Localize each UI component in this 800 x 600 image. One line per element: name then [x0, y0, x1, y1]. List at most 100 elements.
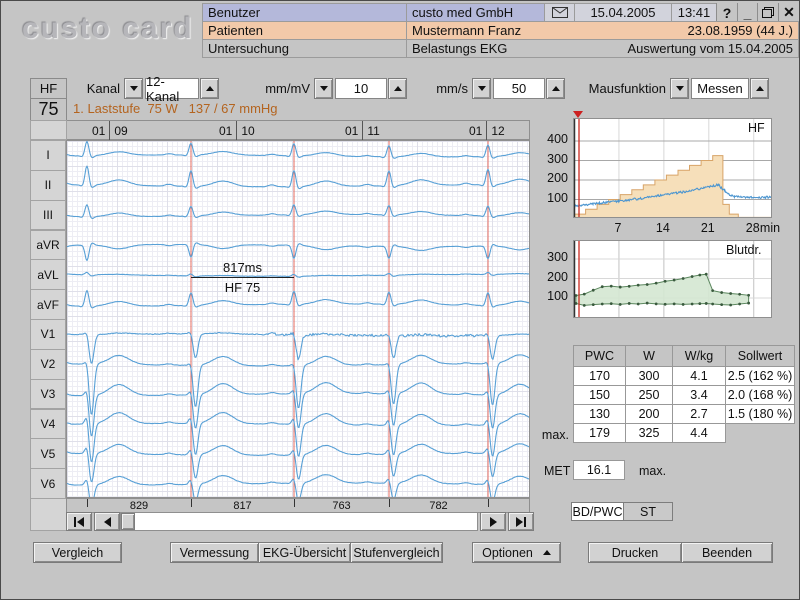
patient-birthdate: 23.08.1959 (44 J.) [687, 23, 793, 38]
ecg-plot[interactable]: 817msHF 75 [66, 140, 530, 498]
ecg-trace-aVL [67, 272, 529, 277]
ekg-uebersicht-label: EKG-Übersicht [263, 546, 346, 560]
pwc-header-PWC: PWC [573, 345, 626, 367]
minimize-button[interactable]: _ [737, 3, 757, 22]
rr-value: 829 [130, 500, 148, 512]
rr-tick [389, 499, 390, 507]
bp-dia-point [729, 304, 732, 307]
drucken-button[interactable]: Drucken [588, 542, 682, 563]
pwc-cell: 2.0 (168 %) [725, 385, 795, 405]
vermessung-button[interactable]: Vermessung [170, 542, 259, 563]
optionen-label: Optionen [482, 546, 533, 560]
bar-icon [524, 517, 526, 527]
restore-icon [762, 7, 774, 18]
kanal-spinner-button[interactable] [200, 78, 219, 99]
scrollbar-track[interactable] [120, 512, 478, 531]
patient-name: Mustermann Franz [412, 23, 521, 38]
bp-sys-point [610, 285, 613, 288]
header-patient-row: Mustermann Franz 23.08.1959 (44 J.) [406, 21, 799, 40]
chevron-down-icon [320, 86, 328, 91]
ecg-trace-aVR [67, 243, 529, 261]
pwc-header-W/kg: W/kg [672, 345, 726, 367]
beenden-button[interactable]: Beenden [681, 542, 773, 563]
ecg-scrollbar[interactable] [66, 512, 530, 531]
time-label-min: 01 [92, 124, 105, 138]
bp-sys-point [682, 277, 685, 280]
lead-label-III: III [30, 200, 66, 231]
hf-label-cell: HF [30, 78, 67, 99]
mausfunktion-label: Mausfunktion [584, 78, 666, 99]
mausfunktion-value-field[interactable]: Messen [691, 78, 749, 99]
bp-dia-point [720, 303, 723, 306]
cursor-marker-icon[interactable] [573, 111, 583, 118]
bp-dia-point [655, 302, 658, 305]
help-icon: ? [723, 5, 732, 21]
bp-sys-point [646, 283, 649, 286]
mmmv-value-field[interactable]: 10 [335, 78, 387, 99]
ecg-trace-III [67, 205, 529, 219]
mms-value-field[interactable]: 50 [493, 78, 545, 99]
kanal-value-text: 12-Kanal [146, 74, 198, 104]
bp-dia-point [601, 303, 604, 306]
mail-icon [552, 7, 568, 18]
lead-label-aVF: aVF [30, 289, 66, 320]
mmmv-dropdown-button[interactable] [314, 78, 333, 99]
pwc-cell: 3.4 [672, 385, 726, 405]
mausfunktion-dropdown-button[interactable] [670, 78, 689, 99]
pwc-cell: 2.7 [672, 404, 726, 424]
pwc-cell: 4.1 [672, 366, 726, 386]
stufenvergleich-button[interactable]: Stufenvergleich [350, 542, 443, 563]
measurement-line [191, 277, 294, 278]
lead-column-header [30, 120, 67, 140]
scroll-end-button[interactable] [508, 512, 534, 531]
mms-dropdown-button[interactable] [472, 78, 491, 99]
ecg-trace-aVF [67, 291, 529, 308]
bp-dia-point [738, 303, 741, 306]
ruler-tick [486, 121, 487, 141]
ruler-tick [362, 121, 363, 141]
ekg-uebersicht-button[interactable]: EKG-Übersicht [258, 542, 351, 563]
restore-button[interactable] [757, 3, 778, 22]
lead-column-footer [30, 498, 67, 531]
bp-sys-point [711, 289, 714, 292]
bp-sys-point [698, 274, 701, 277]
time-label-sec: 11 [367, 124, 379, 138]
bp-sys-point [664, 280, 667, 283]
tab-bd-pwc[interactable]: BD/PWC [571, 502, 624, 521]
pwc-header-W: W [625, 345, 673, 367]
kanal-dropdown-button[interactable] [124, 78, 143, 99]
bp-dia-point [711, 303, 714, 306]
mail-button[interactable] [544, 3, 575, 22]
triangle-left-icon [77, 517, 84, 527]
hf-chart-plot[interactable] [573, 118, 772, 218]
scrollbar-thumb[interactable] [121, 513, 135, 530]
close-button[interactable]: ✕ [778, 3, 799, 22]
bp-dia-point [610, 302, 613, 305]
kanal-value-field[interactable]: 12-Kanal [145, 78, 199, 99]
scroll-start-button[interactable] [66, 512, 92, 531]
vergleich-button[interactable]: Vergleich [33, 542, 122, 563]
time-label-min: 01 [219, 124, 232, 138]
ecg-traces-svg [67, 141, 529, 497]
header-benutzer-text: Benutzer [208, 5, 260, 20]
scroll-left-button[interactable] [94, 512, 120, 531]
lead-label-V5: V5 [30, 438, 66, 469]
mmmv-label-text: mm/mV [265, 81, 310, 96]
optionen-button[interactable]: Optionen [472, 542, 561, 563]
time-label-sec: 09 [114, 124, 127, 138]
header-benutzer-value: custo med GmbH [406, 3, 545, 22]
hf-ytick-label: 200 [538, 171, 568, 185]
bp-dia-point [691, 303, 694, 306]
stage-text: 1. Laststufe [73, 101, 140, 116]
scroll-right-button[interactable] [480, 512, 506, 531]
mms-spinner-button[interactable] [546, 78, 565, 99]
bar-icon [74, 517, 76, 527]
mmmv-label: mm/mV [250, 78, 310, 99]
mmmv-spinner-button[interactable] [388, 78, 407, 99]
tab-st[interactable]: ST [623, 502, 673, 521]
help-button[interactable]: ? [716, 3, 737, 22]
hf-xunit-label: min [760, 221, 780, 235]
mausfunktion-spinner-button[interactable] [750, 78, 769, 99]
stufenvergleich-label: Stufenvergleich [353, 546, 439, 560]
bp-dia-point [646, 302, 649, 305]
